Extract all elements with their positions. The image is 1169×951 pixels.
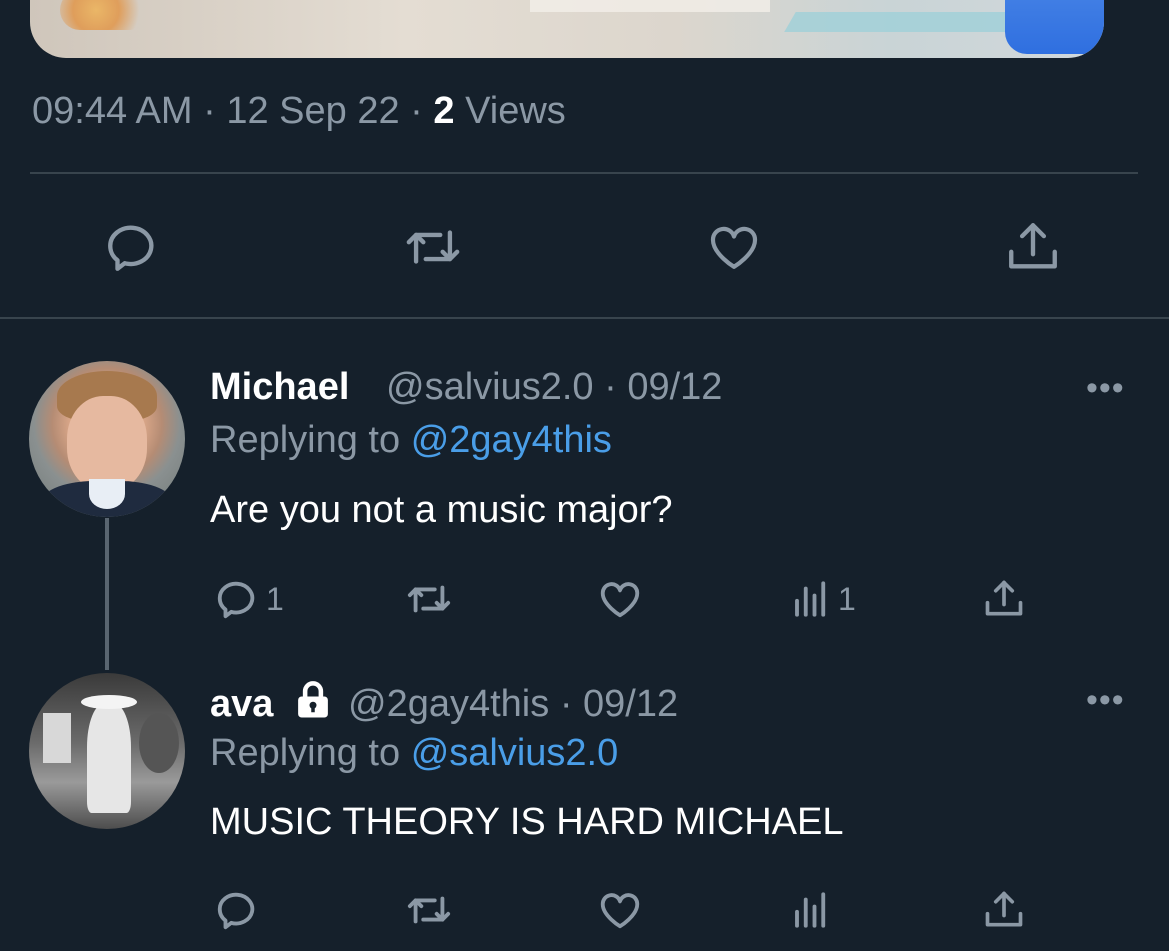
handle-and-date: @salvius2.0 · 09/12 — [386, 366, 722, 409]
like-button[interactable] — [705, 219, 763, 275]
more-options-button[interactable]: ••• — [1086, 369, 1125, 408]
views-label[interactable]: Views — [465, 90, 566, 132]
views-button[interactable] — [790, 889, 832, 931]
mention-link[interactable]: @2gay4this — [411, 419, 612, 461]
share-button[interactable] — [1004, 218, 1062, 276]
thread-line — [105, 518, 109, 670]
tweet-time: 09:44 AM — [32, 90, 193, 132]
replying-to: Replying to @salvius2.0 — [210, 732, 618, 775]
avatar-detail — [43, 713, 71, 763]
reply-date[interactable]: 09/12 — [583, 683, 678, 725]
like-button[interactable] — [596, 576, 644, 622]
more-icon: ••• — [1086, 681, 1125, 719]
lock-icon — [298, 681, 328, 718]
avatar-detail — [67, 396, 147, 491]
views-icon — [795, 892, 826, 928]
replying-label: Replying to — [210, 419, 401, 461]
replying-label: Replying to — [210, 732, 401, 774]
media-detail — [60, 0, 150, 30]
reply-count: 1 — [266, 580, 284, 617]
like-button[interactable] — [596, 887, 644, 933]
media-detail — [530, 0, 770, 12]
tweet-date: 12 Sep 22 — [226, 90, 400, 132]
retweet-icon — [407, 585, 451, 613]
user-handle[interactable]: @2gay4this — [348, 683, 549, 725]
heart-icon — [710, 226, 758, 269]
meta-separator: · — [410, 90, 423, 132]
display-name[interactable]: Michael — [210, 366, 349, 409]
share-button[interactable] — [982, 887, 1026, 933]
avatar[interactable] — [29, 361, 185, 517]
reply-date[interactable]: 09/12 — [627, 366, 722, 408]
meta-separator: · — [604, 366, 617, 408]
heart-icon — [600, 582, 640, 618]
share-icon — [985, 891, 1023, 927]
divider — [0, 317, 1169, 319]
retweet-button[interactable] — [400, 218, 466, 276]
meta-separator: · — [559, 683, 573, 725]
avatar-detail — [87, 703, 131, 813]
mention-link[interactable]: @salvius2.0 — [411, 732, 619, 774]
reply-button[interactable] — [103, 218, 161, 276]
more-icon: ••• — [1086, 369, 1125, 407]
media-detail — [784, 12, 1026, 32]
reply-icon — [108, 225, 154, 271]
meta-separator: · — [203, 90, 216, 132]
more-options-button[interactable]: ••• — [1086, 681, 1125, 720]
avatar-detail — [139, 713, 179, 773]
share-icon — [1009, 223, 1057, 269]
avatar-detail — [81, 695, 137, 709]
share-button[interactable] — [982, 576, 1026, 622]
tweet-media[interactable] — [30, 0, 1104, 58]
media-detail — [1005, 0, 1104, 54]
display-name[interactable]: ava — [210, 683, 273, 726]
handle-and-date: @2gay4this · 09/12 — [348, 683, 678, 726]
avatar-detail — [89, 479, 125, 509]
user-handle[interactable]: @salvius2.0 — [386, 366, 594, 408]
reply-button[interactable] — [214, 887, 260, 933]
reply-text: MUSIC THEORY IS HARD MICHAEL — [210, 801, 844, 843]
divider — [30, 172, 1138, 174]
reply-icon — [217, 581, 255, 619]
views-count: 1 — [838, 580, 856, 617]
retweet-button[interactable] — [402, 887, 456, 933]
tweet-meta: 09:44 AM · 12 Sep 22 · 2 Views — [32, 90, 566, 133]
replying-to: Replying to @2gay4this — [210, 419, 612, 462]
reply-text: Are you not a music major? — [210, 489, 673, 531]
heart-icon — [600, 893, 640, 929]
retweet-icon — [407, 896, 451, 924]
views-icon — [795, 581, 826, 617]
views-button[interactable]: 1 — [790, 578, 856, 620]
retweet-icon — [406, 230, 460, 264]
retweet-button[interactable] — [402, 576, 456, 622]
views-count[interactable]: 2 — [433, 90, 454, 132]
reply-icon — [217, 892, 255, 930]
avatar[interactable] — [29, 673, 185, 829]
reply-button[interactable]: 1 — [214, 576, 284, 622]
share-icon — [985, 580, 1023, 616]
